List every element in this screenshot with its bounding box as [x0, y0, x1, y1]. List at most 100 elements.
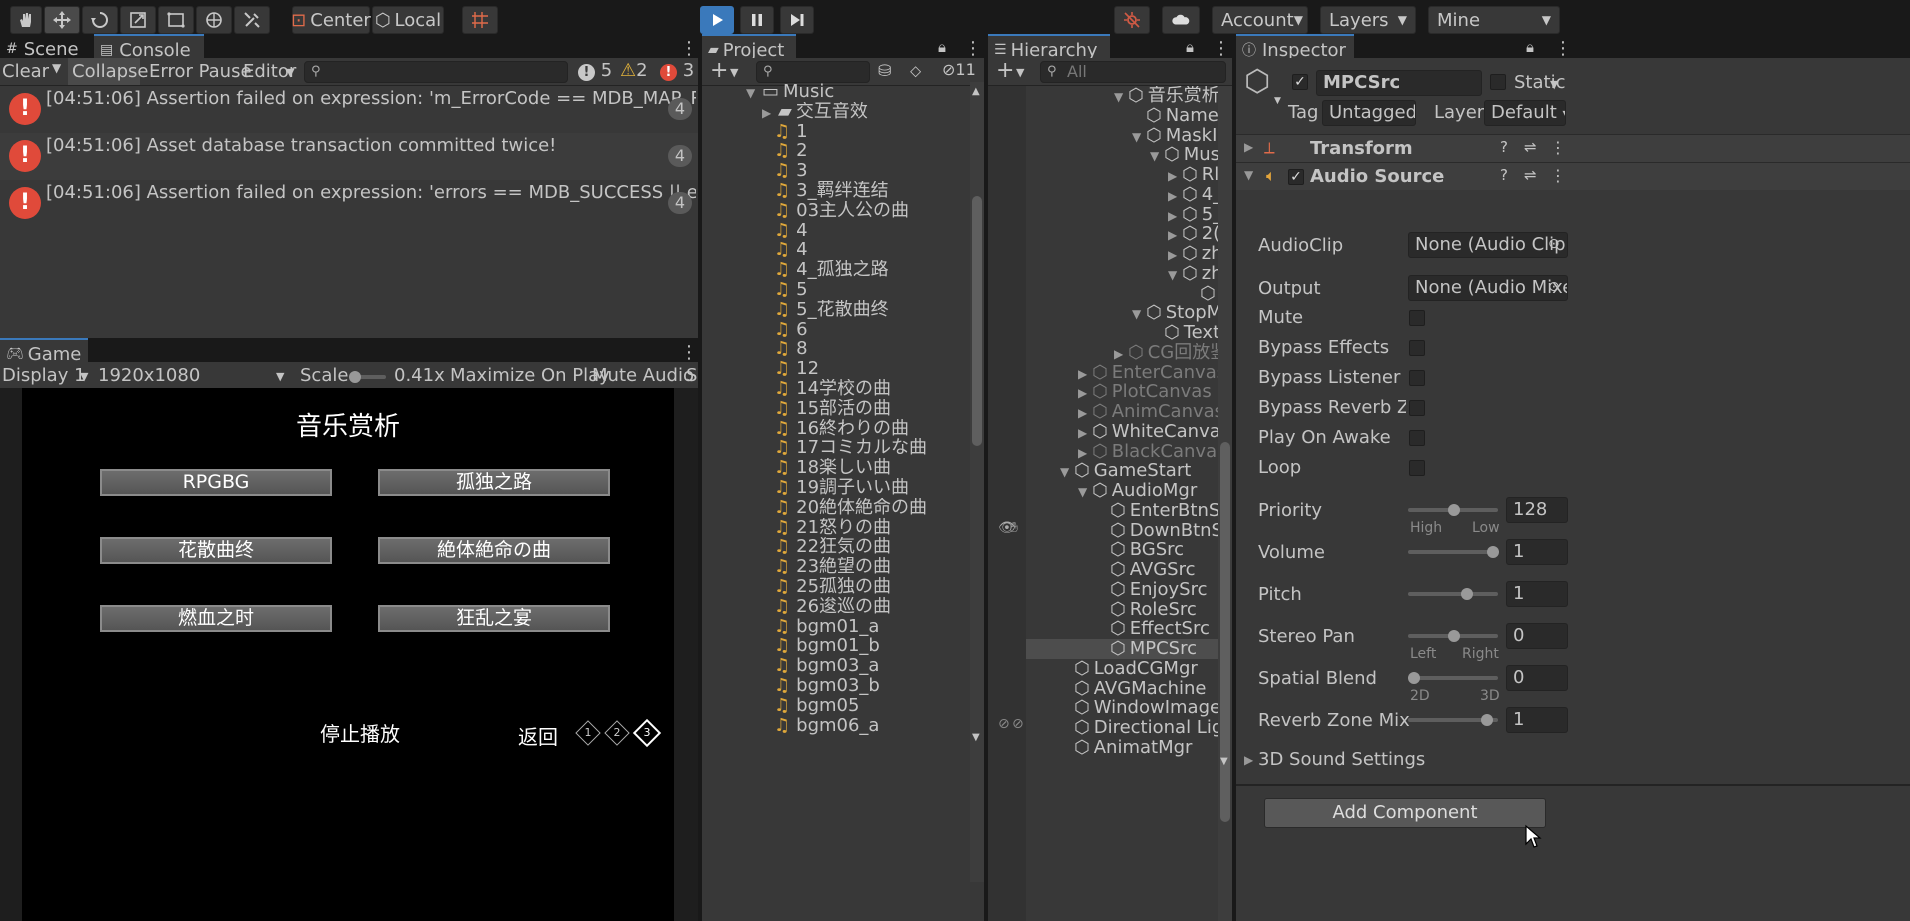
- layers-dropdown[interactable]: Layers ▼: [1320, 6, 1416, 34]
- layer-dropdown[interactable]: Default ▼: [1484, 100, 1566, 126]
- help-icon[interactable]: ?: [1500, 138, 1508, 156]
- chevron-right-icon[interactable]: ▶: [1114, 344, 1126, 363]
- hierarchy-menu-icon[interactable]: ⋮: [1212, 38, 1230, 59]
- hierarchy-item[interactable]: ▶ ⬡ EnterCanvas: [1026, 363, 1218, 383]
- component-menu-icon[interactable]: ⋮: [1550, 166, 1566, 185]
- chevron-down-icon[interactable]: ▼: [1150, 146, 1162, 165]
- project-item[interactable]: ♫ 03主人公の曲: [774, 201, 968, 221]
- hidden-eye-icon[interactable]: ⊘: [998, 716, 1010, 732]
- hierarchy-item[interactable]: ⬡ BGSrc: [1026, 540, 1218, 560]
- music-button-4[interactable]: 絶体絶命の曲: [378, 537, 610, 564]
- console-search-input[interactable]: ⚲: [304, 61, 568, 83]
- chevron-right-icon[interactable]: ▶: [1168, 186, 1180, 205]
- rotate-tool-button[interactable]: [82, 6, 118, 34]
- scroll-down-icon[interactable]: ▼: [1220, 756, 1228, 767]
- console-message[interactable]: ! [04:51:06] Assertion failed on expressi…: [0, 180, 698, 227]
- project-item[interactable]: ♫ 6: [774, 320, 968, 340]
- hierarchy-item[interactable]: ▼ ⬡ 音乐赏析: [1026, 86, 1218, 106]
- project-item[interactable]: ♫ 18楽しい曲: [774, 458, 968, 478]
- pickable-icon[interactable]: ✋︎: [1010, 520, 1018, 536]
- back-button[interactable]: 返回: [518, 721, 558, 750]
- project-item[interactable]: ♫ 14学校の曲: [774, 379, 968, 399]
- pivot-local-button[interactable]: ⬡ Local: [372, 6, 444, 34]
- hierarchy-scrollbar[interactable]: ▼: [1218, 86, 1232, 921]
- collapse-toggle[interactable]: Collapse: [68, 58, 149, 85]
- volume-field[interactable]: 1: [1506, 539, 1568, 565]
- display-dropdown[interactable]: Display 1: [2, 365, 86, 386]
- play-button[interactable]: [700, 6, 734, 34]
- project-scrollbar[interactable]: ▲ ▼: [970, 82, 984, 882]
- priority-field[interactable]: 128: [1506, 497, 1568, 523]
- hierarchy-item[interactable]: ▶⬡2(: [1026, 224, 1218, 244]
- plus-icon[interactable]: +: [710, 58, 728, 83]
- object-name-field[interactable]: MPCSrc: [1316, 70, 1482, 96]
- hierarchy-item[interactable]: ⬡Directional Light: [1026, 718, 1218, 738]
- chevron-down-icon[interactable]: ▼: [1132, 304, 1144, 323]
- console-message[interactable]: ! [04:51:06] Asset database transaction c…: [0, 133, 698, 180]
- chevron-right-icon[interactable]: ▶: [1078, 443, 1090, 462]
- volume-slider-knob[interactable]: [1487, 546, 1499, 558]
- chevron-down-icon[interactable]: ▼: [746, 83, 758, 102]
- hierarchy-item[interactable]: ⬡ RoleSrc: [1026, 600, 1218, 620]
- unpickable-icon[interactable]: ⊘: [1012, 716, 1024, 732]
- loop-checkbox[interactable]: [1409, 460, 1425, 476]
- project-item[interactable]: ♫ 4: [774, 221, 968, 241]
- stop-playback-button[interactable]: 停止播放: [320, 718, 400, 747]
- play-on-awake-checkbox[interactable]: [1409, 430, 1425, 446]
- chevron-down-icon[interactable]: ▼: [1244, 168, 1253, 182]
- chevron-down-icon[interactable]: ▼: [1550, 78, 1558, 91]
- static-checkbox[interactable]: [1490, 74, 1506, 90]
- spatial-blend-slider-track[interactable]: [1408, 676, 1498, 680]
- spatial-blend-slider-knob[interactable]: [1408, 672, 1420, 684]
- hierarchy-item[interactable]: ⬡ Name: [1026, 106, 1218, 126]
- hierarchy-item[interactable]: ▼ ⬡ MaskIı: [1026, 126, 1218, 146]
- hierarchy-item[interactable]: ⬡ LoadCGMgr: [1026, 659, 1218, 679]
- music-button-5[interactable]: 燃血之时: [100, 605, 332, 632]
- hierarchy-item[interactable]: ▶⬡5_: [1026, 205, 1218, 225]
- hierarchy-item[interactable]: ▼ ⬡ StopM: [1026, 303, 1218, 323]
- hierarchy-item[interactable]: ⬡ AnimatMgr: [1026, 738, 1218, 758]
- stereo-pan-slider-knob[interactable]: [1448, 630, 1460, 642]
- pitch-slider-track[interactable]: [1408, 592, 1498, 596]
- collab-button[interactable]: [1114, 6, 1150, 34]
- chevron-down-icon[interactable]: ▼: [1168, 265, 1180, 284]
- add-component-button[interactable]: Add Component: [1264, 798, 1546, 828]
- pause-button[interactable]: [740, 6, 774, 34]
- chevron-down-icon[interactable]: ▼: [1060, 462, 1072, 481]
- object-picker-icon[interactable]: ⊙: [1548, 279, 1560, 295]
- project-item[interactable]: ♫ bgm03_b: [774, 676, 968, 696]
- grid-snap-button[interactable]: [462, 6, 498, 34]
- filter-type-icon[interactable]: ⛁: [878, 61, 891, 80]
- project-item[interactable]: ♫ 26逡巡の曲: [774, 597, 968, 617]
- hierarchy-item[interactable]: ▶⬡CG回放鉴: [1026, 343, 1218, 363]
- project-item[interactable]: ♫ 5_花散曲终: [774, 300, 968, 320]
- plus-icon[interactable]: +: [996, 58, 1014, 83]
- project-item[interactable]: ♫ 22狂気の曲: [774, 537, 968, 557]
- project-item[interactable]: ♫ bgm01_a: [774, 617, 968, 637]
- hierarchy-item[interactable]: ▶ ⬡ BlackCanvas: [1026, 442, 1218, 462]
- spatial-blend-field[interactable]: 0: [1506, 665, 1568, 691]
- pitch-slider-knob[interactable]: [1461, 588, 1473, 600]
- chevron-down-icon[interactable]: ▼: [1132, 127, 1144, 146]
- project-item[interactable]: ▶ ▰ 交互音效: [762, 102, 968, 122]
- project-menu-icon[interactable]: ⋮: [964, 38, 982, 59]
- hierarchy-item[interactable]: ⬡ WindowImage: [1026, 698, 1218, 718]
- hierarchy-item[interactable]: ▼ ⬡ zh: [1026, 264, 1218, 284]
- chevron-right-icon[interactable]: ▶: [1078, 383, 1090, 402]
- active-checkbox[interactable]: ✓: [1292, 74, 1308, 90]
- project-item[interactable]: ♫ 20絶体絶命の曲: [774, 498, 968, 518]
- chevron-down-icon[interactable]: ▼: [1016, 66, 1024, 79]
- project-item[interactable]: ♫ 2: [774, 141, 968, 161]
- help-icon[interactable]: ?: [1500, 166, 1508, 184]
- audio-source-enabled-checkbox[interactable]: ✓: [1288, 169, 1304, 185]
- audioclip-field[interactable]: None (Audio Clip): [1408, 232, 1568, 258]
- hierarchy-item[interactable]: ⬡ AVGMachine: [1026, 679, 1218, 699]
- hierarchy-item[interactable]: ▼ ⬡ AudioMgr: [1026, 481, 1218, 501]
- hidden-eye-icon[interactable]: ⊘11: [942, 60, 976, 79]
- hierarchy-item[interactable]: ▼ ⬡ GameStart: [1026, 461, 1218, 481]
- hierarchy-item[interactable]: ▶ ⬡ AnimCanvas: [1026, 402, 1218, 422]
- stereo-pan-field[interactable]: 0: [1506, 623, 1568, 649]
- hierarchy-item[interactable]: ▶⬡4_: [1026, 185, 1218, 205]
- chevron-down-icon[interactable]: ▼: [730, 66, 738, 79]
- chevron-down-icon[interactable]: ▼: [1078, 482, 1090, 501]
